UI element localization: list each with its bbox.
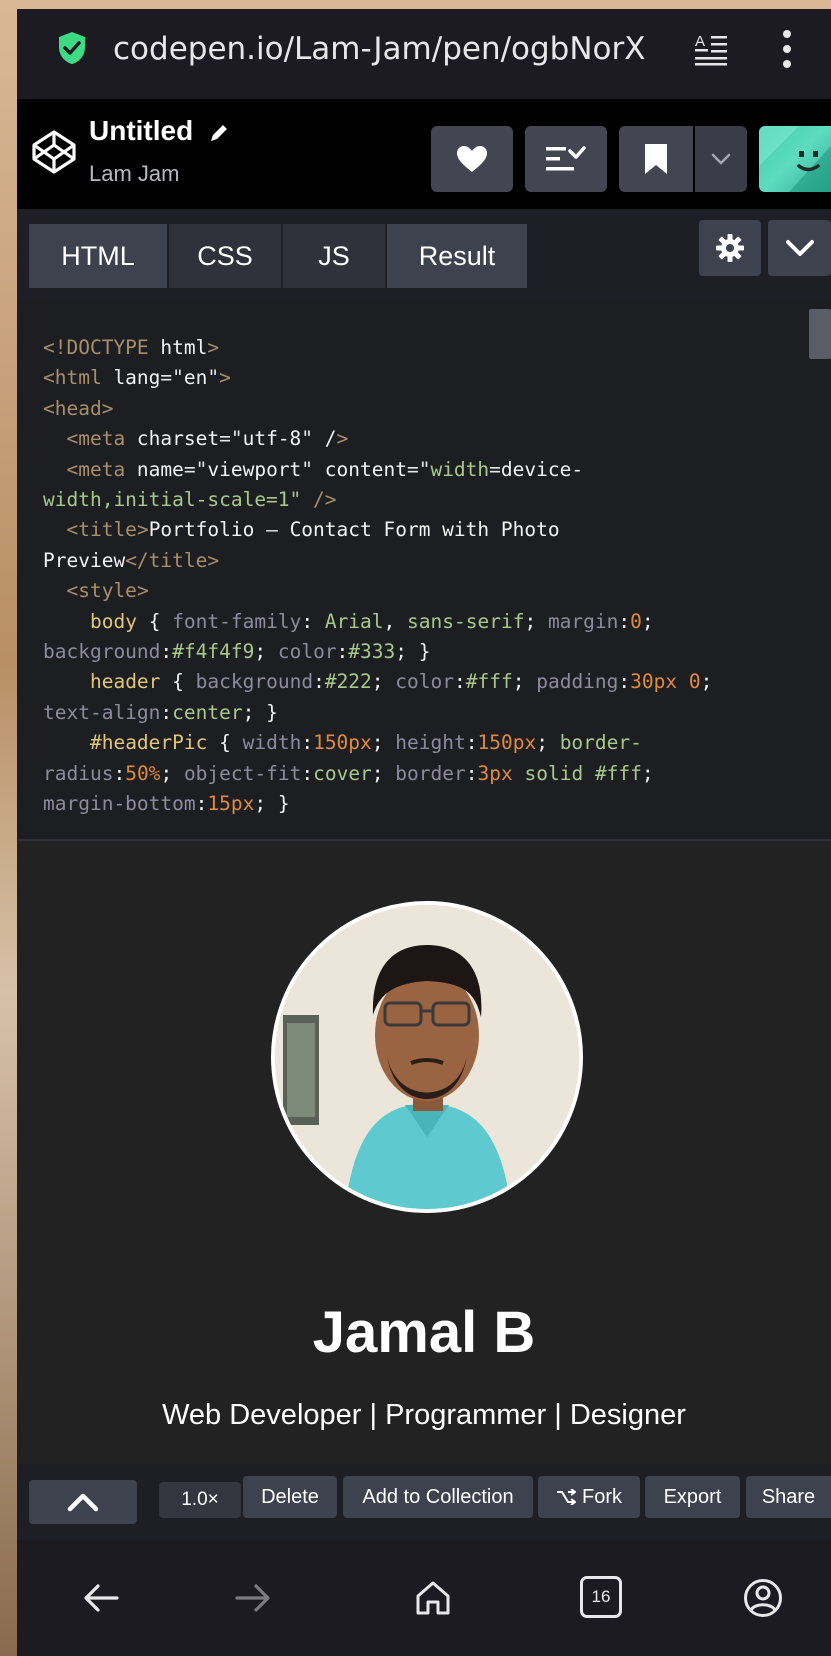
zoom-level[interactable]: 1.0× <box>159 1482 241 1518</box>
export-button[interactable]: Export <box>645 1476 740 1518</box>
html-code-editor[interactable]: <!DOCTYPE html> <html lang="en"> <head> … <box>17 299 831 839</box>
fork-button[interactable]: Fork <box>538 1476 640 1518</box>
chevron-down-icon <box>785 240 814 256</box>
profile-photo-image <box>275 905 579 1209</box>
url-text[interactable]: codepen.io/Lam-Jam/pen/ogbNorX <box>113 31 646 67</box>
result-preview: Jamal B Web Developer | Programmer | Des… <box>17 841 831 1471</box>
user-avatar[interactable] <box>759 126 831 192</box>
pen-author[interactable]: Lam Jam <box>89 161 179 187</box>
arrow-right-icon <box>235 1584 270 1612</box>
account-button[interactable] <box>741 1576 785 1620</box>
chevron-down-icon <box>711 153 731 165</box>
forward-button[interactable] <box>231 1576 275 1620</box>
gear-icon <box>716 234 744 262</box>
tab-html[interactable]: HTML <box>29 224 167 288</box>
like-button[interactable] <box>431 126 513 192</box>
code-content[interactable]: <!DOCTYPE html> <html lang="en"> <head> … <box>43 333 712 820</box>
change-view-button[interactable] <box>525 126 607 192</box>
share-button[interactable]: Share <box>746 1476 831 1518</box>
editor-settings-button[interactable] <box>699 220 761 276</box>
home-icon <box>416 1581 450 1615</box>
tab-switcher-button[interactable]: 16 <box>580 1576 622 1618</box>
expand-console-button[interactable] <box>29 1480 137 1524</box>
more-options-icon[interactable] <box>777 27 797 71</box>
codepen-logo-icon[interactable] <box>31 129 77 175</box>
tab-css[interactable]: CSS <box>169 224 281 288</box>
arrow-left-icon <box>84 1584 119 1612</box>
heart-icon <box>457 146 487 172</box>
browser-address-bar: codepen.io/Lam-Jam/pen/ogbNorX A <box>17 9 831 99</box>
smiley-face-icon <box>759 126 831 192</box>
delete-button[interactable]: Delete <box>243 1476 337 1518</box>
add-to-collection-button[interactable]: Add to Collection <box>343 1476 533 1518</box>
editor-scrollbar[interactable] <box>809 309 831 359</box>
profile-photo <box>271 901 583 1213</box>
edit-pencil-icon[interactable] <box>207 121 231 145</box>
editor-collapse-button[interactable] <box>768 220 831 276</box>
codepen-bottom-toolbar: 1.0× Delete Add to Collection Fork Expor… <box>17 1464 831 1540</box>
pen-title[interactable]: Untitled <box>89 115 193 147</box>
codepen-header: Untitled Lam Jam <box>17 99 831 209</box>
chevron-up-icon <box>67 1493 99 1512</box>
layout-chevron-icon <box>546 146 586 171</box>
home-button[interactable] <box>411 1576 455 1620</box>
tab-result[interactable]: Result <box>387 224 527 288</box>
profile-tagline: Web Developer | Programmer | Designer <box>162 1399 686 1431</box>
fork-label: Fork <box>582 1485 622 1508</box>
pin-button[interactable] <box>619 126 693 192</box>
bookmark-icon <box>645 144 667 174</box>
secure-shield-icon <box>59 32 85 64</box>
svg-text:A: A <box>695 33 705 50</box>
browser-bottom-nav: 16 <box>17 1540 831 1656</box>
pin-dropdown-button[interactable] <box>695 126 747 192</box>
phone-screen: codepen.io/Lam-Jam/pen/ogbNorX A Untitle… <box>17 9 831 1656</box>
editor-tabs-bar: HTML CSS JS Result <box>17 209 831 299</box>
fork-icon <box>557 1489 576 1505</box>
user-account-icon <box>744 1579 782 1617</box>
reader-mode-icon[interactable]: A <box>694 32 728 66</box>
back-button[interactable] <box>79 1576 123 1620</box>
tab-js[interactable]: JS <box>283 224 385 288</box>
profile-name: Jamal B <box>312 1300 536 1365</box>
